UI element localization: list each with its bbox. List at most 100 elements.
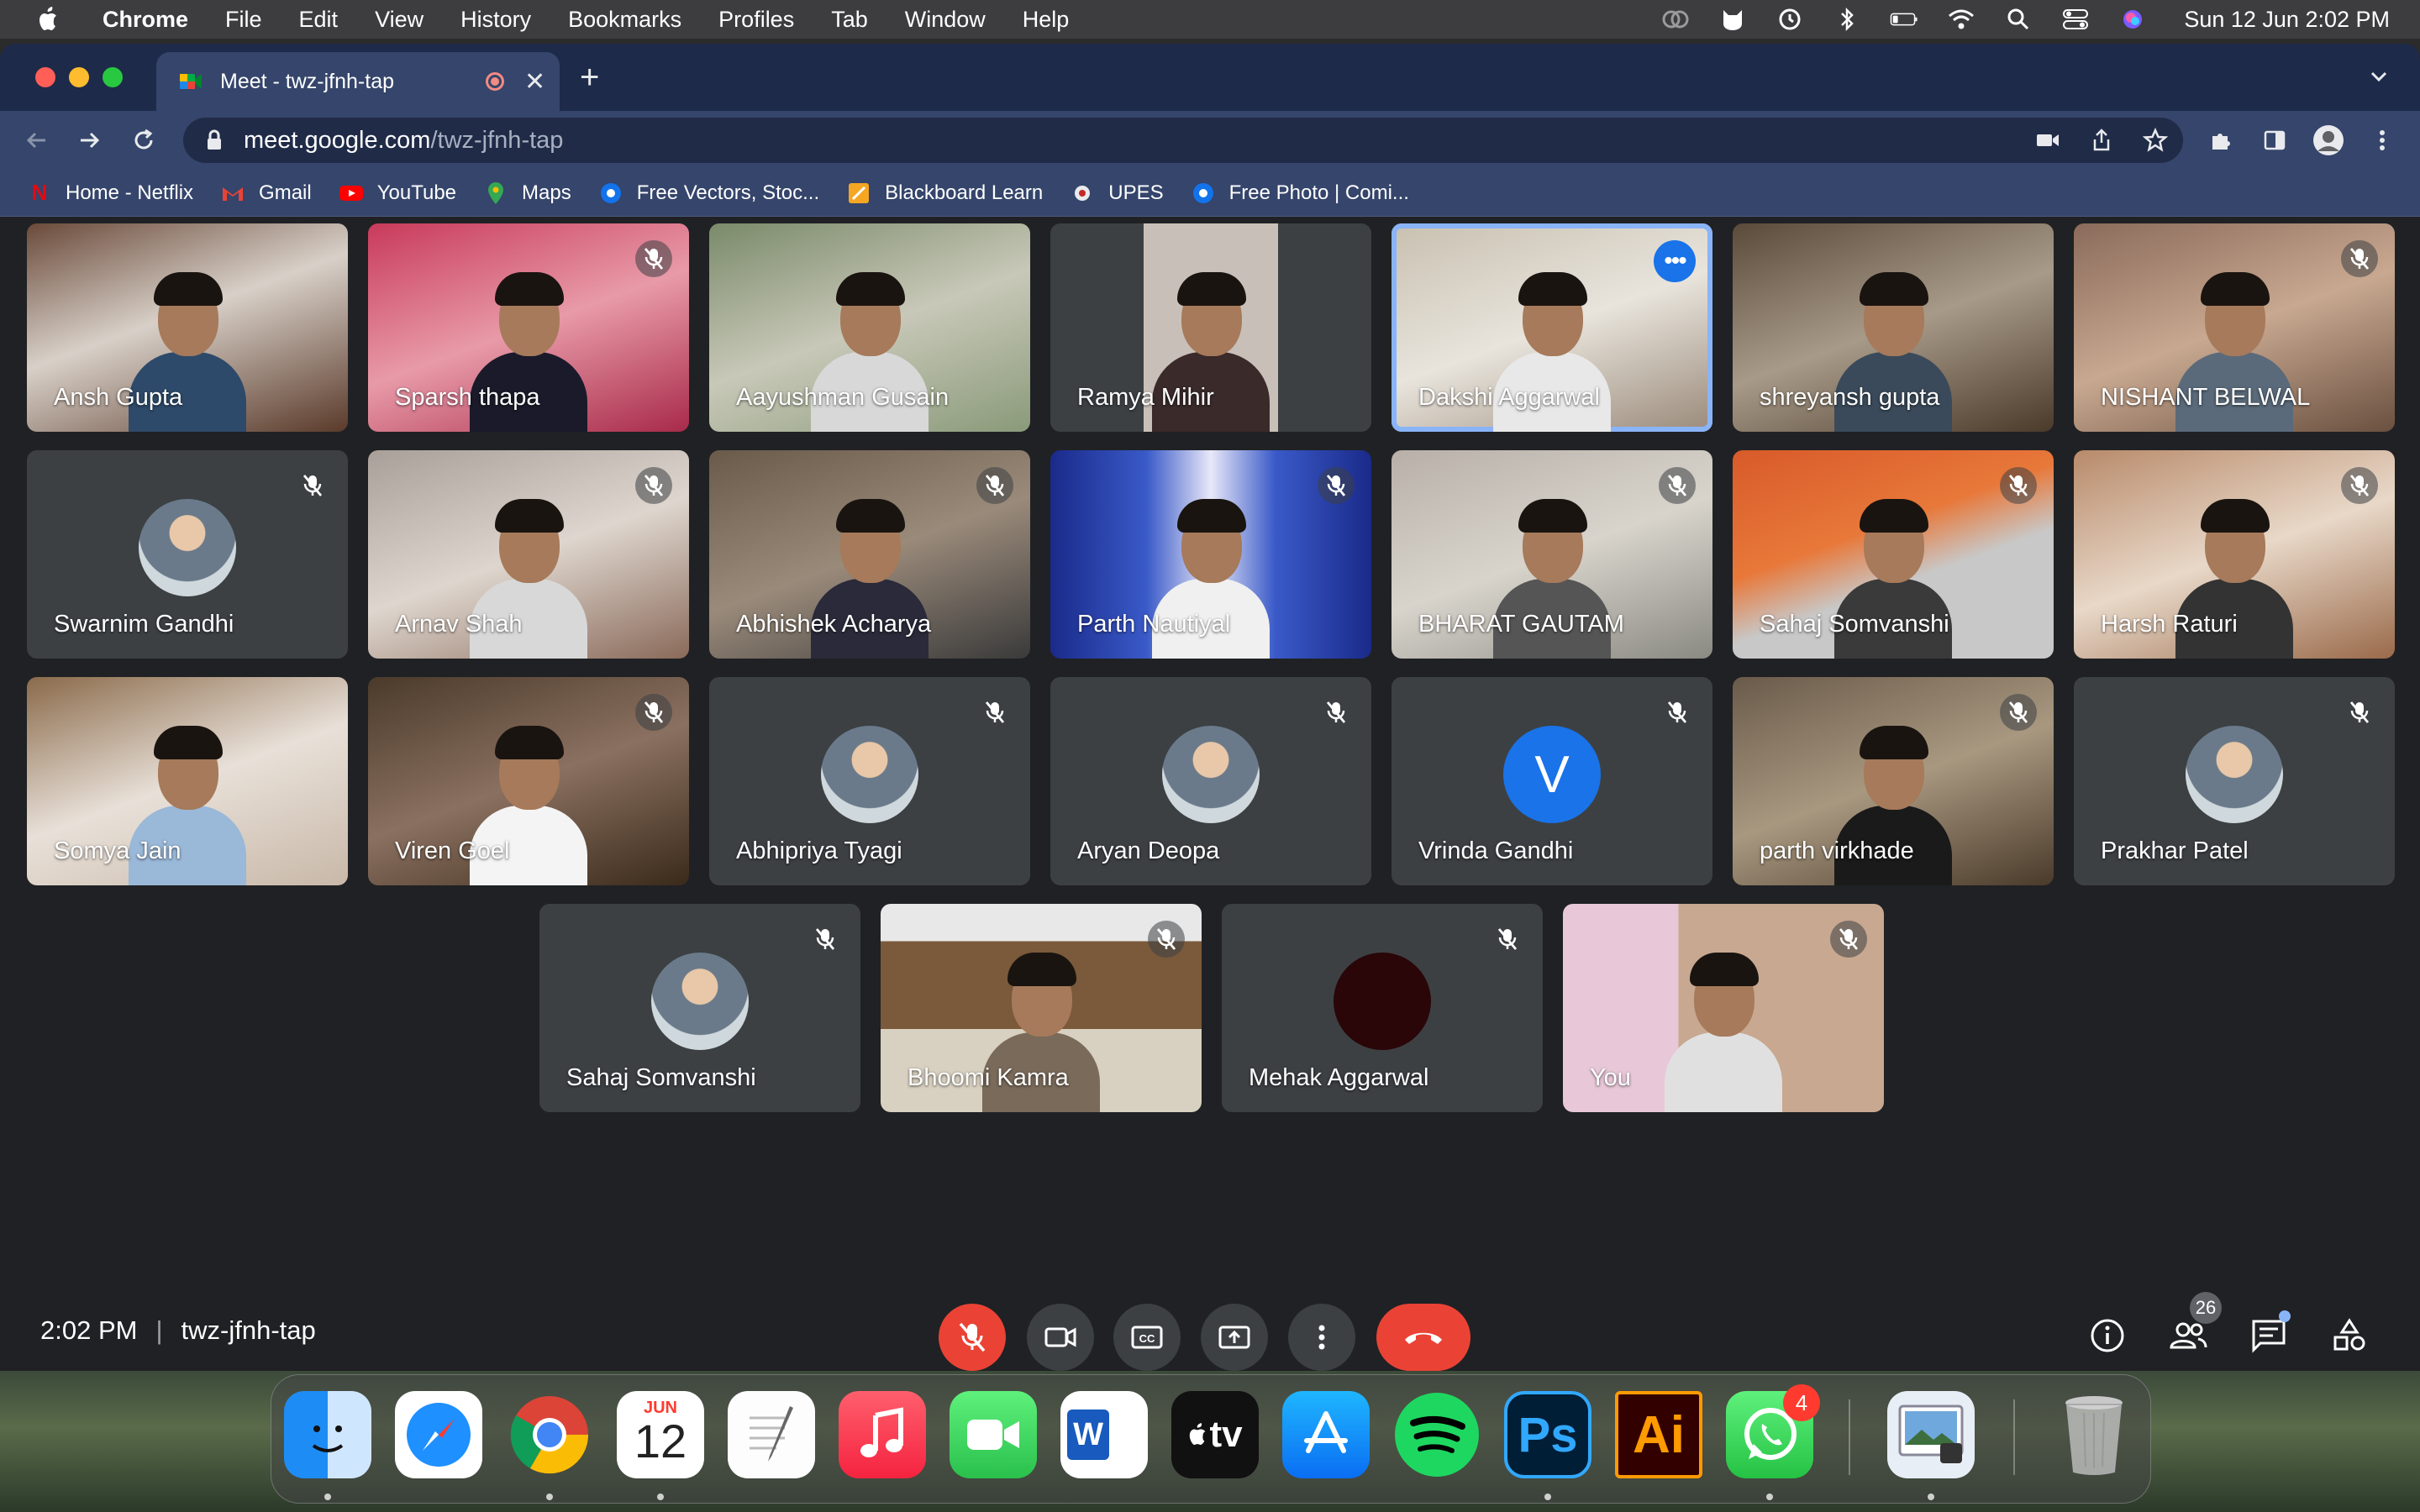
- participant-tile[interactable]: Abhishek Acharya: [709, 450, 1030, 659]
- menu-window[interactable]: Window: [905, 7, 986, 33]
- apple-menu-icon[interactable]: [32, 5, 66, 34]
- menu-edit[interactable]: Edit: [299, 7, 339, 33]
- spotlight-search-icon[interactable]: [2004, 7, 2033, 32]
- participant-tile[interactable]: Ramya Mihir: [1050, 223, 1371, 432]
- participant-tile[interactable]: Abhipriya Tyagi: [709, 677, 1030, 885]
- menubar-clock[interactable]: Sun 12 Jun 2:02 PM: [2184, 7, 2390, 33]
- leave-call-button[interactable]: [1376, 1304, 1470, 1371]
- reload-icon[interactable]: [128, 124, 160, 156]
- trash-icon[interactable]: [2050, 1391, 2138, 1478]
- textedit-icon[interactable]: [728, 1391, 815, 1478]
- bookmark-blackboard[interactable]: Blackboard Learn: [846, 181, 1043, 206]
- profile-avatar[interactable]: [2312, 124, 2344, 156]
- bookmark-youtube[interactable]: YouTube: [339, 181, 456, 206]
- participant-name: Arnav Shah: [395, 611, 523, 638]
- address-bar[interactable]: meet.google.com/twz-jfnh-tap: [183, 118, 2183, 163]
- tab-meet[interactable]: Meet - twz-jfnh-tap ✕: [156, 52, 560, 111]
- participant-tile[interactable]: You: [1563, 904, 1884, 1112]
- facetime-icon[interactable]: [950, 1391, 1037, 1478]
- bookmark-netflix[interactable]: N Home - Netflix: [27, 180, 193, 206]
- wifi-icon[interactable]: [1947, 7, 1975, 32]
- participant-tile[interactable]: Sahaj Somvanshi: [539, 904, 860, 1112]
- mic-off-icon: [959, 1322, 986, 1352]
- participant-tile[interactable]: Ansh Gupta: [27, 223, 348, 432]
- participant-tile[interactable]: Sparsh thapa: [368, 223, 689, 432]
- participant-tile[interactable]: Arnav Shah: [368, 450, 689, 659]
- captions-button[interactable]: CC: [1113, 1304, 1181, 1371]
- participant-tile[interactable]: Aryan Deopa: [1050, 677, 1371, 885]
- chrome-menu-icon[interactable]: [2366, 124, 2398, 156]
- tile-more-options-icon[interactable]: •••: [1654, 240, 1696, 282]
- music-icon[interactable]: [839, 1391, 926, 1478]
- extensions-puzzle-icon[interactable]: [2205, 124, 2237, 156]
- menu-file[interactable]: File: [225, 7, 262, 33]
- new-tab-icon[interactable]: +: [580, 59, 599, 97]
- cat-menu-icon[interactable]: [1718, 7, 1747, 32]
- side-panel-icon[interactable]: [2259, 124, 2291, 156]
- bookmark-upes[interactable]: UPES: [1070, 181, 1164, 206]
- photoshop-icon[interactable]: Ps: [1504, 1391, 1591, 1478]
- siri-icon[interactable]: [2118, 7, 2147, 32]
- control-center-icon[interactable]: [2061, 7, 2090, 32]
- time-machine-icon[interactable]: [1776, 7, 1804, 32]
- illustrator-icon[interactable]: Ai: [1615, 1391, 1702, 1478]
- battery-icon[interactable]: [1890, 7, 1918, 32]
- tab-search-chevron-icon[interactable]: [2366, 64, 2391, 89]
- calendar-icon[interactable]: JUN 12: [617, 1391, 704, 1478]
- meeting-details-button[interactable]: [2084, 1312, 2131, 1359]
- participant-tile[interactable]: Somya Jain: [27, 677, 348, 885]
- participant-tile[interactable]: Mehak Aggarwal: [1222, 904, 1543, 1112]
- more-options-button[interactable]: [1288, 1304, 1355, 1371]
- participant-tile[interactable]: NISHANT BELWAL: [2074, 223, 2395, 432]
- zoom-window-button[interactable]: [103, 67, 123, 87]
- menu-history[interactable]: History: [460, 7, 531, 33]
- participant-tile[interactable]: Prakhar Patel: [2074, 677, 2395, 885]
- preview-icon[interactable]: [1887, 1391, 1975, 1478]
- participant-tile[interactable]: ••• Dakshi Aggarwal: [1392, 223, 1712, 432]
- present-screen-button[interactable]: [1201, 1304, 1268, 1371]
- toggle-mic-button[interactable]: [939, 1304, 1006, 1371]
- participant-tile[interactable]: Viren Goel: [368, 677, 689, 885]
- menu-view[interactable]: View: [375, 7, 424, 33]
- creative-cloud-icon[interactable]: [1661, 7, 1690, 32]
- participant-tile[interactable]: parth virkhade: [1733, 677, 2054, 885]
- menu-app-name[interactable]: Chrome: [103, 7, 188, 33]
- finder-icon[interactable]: [284, 1391, 371, 1478]
- participant-tile[interactable]: Aayushman Gusain: [709, 223, 1030, 432]
- camera-indicator-icon[interactable]: [2033, 126, 2062, 155]
- participant-tile[interactable]: V Vrinda Gandhi: [1392, 677, 1712, 885]
- participant-tile[interactable]: BHARAT GAUTAM: [1392, 450, 1712, 659]
- menu-help[interactable]: Help: [1023, 7, 1070, 33]
- back-arrow-icon[interactable]: [20, 124, 52, 156]
- bookmark-star-icon[interactable]: [2141, 126, 2170, 155]
- bookmark-gmail[interactable]: Gmail: [220, 181, 312, 206]
- participant-tile[interactable]: Harsh Raturi: [2074, 450, 2395, 659]
- menu-tab[interactable]: Tab: [831, 7, 868, 33]
- participant-tile[interactable]: Parth Nautiyal: [1050, 450, 1371, 659]
- safari-icon[interactable]: [395, 1391, 482, 1478]
- activities-button[interactable]: [2326, 1312, 2373, 1359]
- participant-tile[interactable]: Sahaj Somvanshi: [1733, 450, 2054, 659]
- menu-bookmarks[interactable]: Bookmarks: [568, 7, 681, 33]
- share-icon[interactable]: [2087, 126, 2116, 155]
- minimize-window-button[interactable]: [69, 67, 89, 87]
- app-store-icon[interactable]: [1282, 1391, 1370, 1478]
- close-window-button[interactable]: [35, 67, 55, 87]
- menu-profiles[interactable]: Profiles: [718, 7, 794, 33]
- lock-icon[interactable]: [202, 128, 227, 153]
- spotify-icon[interactable]: [1393, 1391, 1481, 1478]
- bluetooth-icon[interactable]: [1833, 7, 1861, 32]
- google-chrome-icon[interactable]: [506, 1391, 593, 1478]
- bookmark-freepik-vectors[interactable]: Free Vectors, Stoc...: [598, 181, 819, 206]
- participant-tile[interactable]: Bhoomi Kamra: [881, 904, 1202, 1112]
- toggle-camera-button[interactable]: [1027, 1304, 1094, 1371]
- bookmark-maps[interactable]: Maps: [483, 181, 571, 206]
- microsoft-word-icon[interactable]: W: [1060, 1391, 1148, 1478]
- forward-arrow-icon[interactable]: [74, 124, 106, 156]
- participant-name: Sparsh thapa: [395, 384, 540, 411]
- bookmark-freepik-photo[interactable]: Free Photo | Comi...: [1191, 181, 1409, 206]
- apple-tv-icon[interactable]: tv: [1171, 1391, 1259, 1478]
- participant-tile[interactable]: Swarnim Gandhi: [27, 450, 348, 659]
- close-tab-icon[interactable]: ✕: [524, 67, 545, 97]
- participant-tile[interactable]: shreyansh gupta: [1733, 223, 2054, 432]
